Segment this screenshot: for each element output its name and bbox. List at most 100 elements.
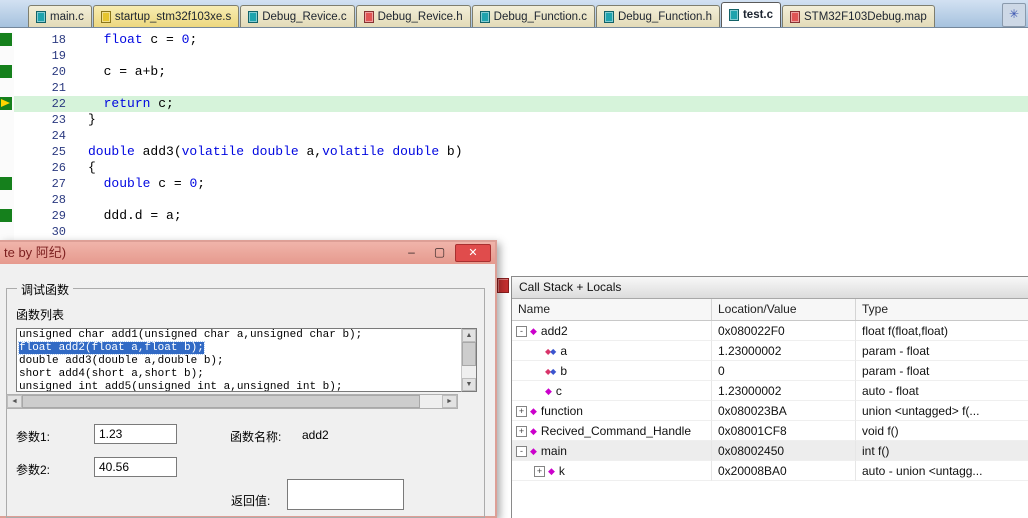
function-list-label: 函数列表 [16, 306, 64, 323]
coverage-marker [0, 208, 14, 224]
tab-test.c[interactable]: test.c [721, 2, 781, 27]
code-line-23: 23} [0, 112, 1028, 128]
function-name-value: add2 [302, 428, 329, 442]
location-value-cell: 0x080023BA [712, 401, 856, 421]
file-icon [101, 11, 111, 23]
function-listbox[interactable]: unsigned char add1(unsigned char a,unsig… [16, 328, 477, 392]
line-number: 30 [14, 224, 74, 240]
return-value-input[interactable] [287, 479, 404, 510]
file-icon [364, 11, 374, 23]
table-row-Recived_Command_Handle[interactable]: +◆Recived_Command_Handle0x08001CF8void f… [512, 421, 1028, 441]
collapse-icon[interactable]: - [516, 326, 527, 337]
listbox-vertical-scrollbar[interactable]: ▲ ▼ [461, 328, 477, 392]
table-row-b[interactable]: ◆◆b0param - float [512, 361, 1028, 381]
code-text: double add3(volatile double a,volatile d… [74, 144, 463, 160]
close-button[interactable]: ✕ [455, 244, 491, 262]
coverage-block-icon [0, 65, 12, 78]
file-icon [790, 11, 800, 23]
tab-Debug_Function.c[interactable]: Debug_Function.c [472, 5, 595, 27]
name-cell: -◆add2 [512, 321, 712, 341]
param-icon: ◆◆ [545, 347, 555, 356]
code-text: double c = 0; [74, 176, 205, 192]
expand-icon[interactable]: + [516, 426, 527, 437]
param1-input[interactable] [94, 424, 177, 444]
coverage-gutter [0, 48, 14, 64]
tabs-container: main.cstartup_stm32f103xe.s Debug_Revice.… [28, 2, 936, 27]
docked-panel-red-icon[interactable] [497, 278, 509, 293]
param2-input[interactable] [94, 457, 177, 477]
tab-label: Debug_Revice.h [378, 11, 463, 23]
table-row-c[interactable]: ◆c1.23000002auto - float [512, 381, 1028, 401]
code-line-19: 19 [0, 48, 1028, 64]
table-row-k[interactable]: +◆k0x20008BA0auto - union <untagg... [512, 461, 1028, 481]
type-cell: void f() [856, 421, 1028, 441]
tab-Debug_Revice.c[interactable]: Debug_Revice.c [240, 5, 354, 27]
location-value-cell: 1.23000002 [712, 381, 856, 401]
line-number: 29 [14, 208, 74, 224]
scroll-right-icon[interactable]: ► [442, 395, 457, 408]
table-row-add2[interactable]: -◆add20x080022F0float f(float,float) [512, 321, 1028, 341]
scroll-down-icon[interactable]: ▼ [462, 378, 476, 391]
coverage-gutter [0, 160, 14, 176]
type-cell: auto - union <untagg... [856, 461, 1028, 481]
code-text [74, 128, 88, 144]
table-row-a[interactable]: ◆◆a1.23000002param - float [512, 341, 1028, 361]
callstack-panel-title[interactable]: Call Stack + Locals [512, 277, 1028, 299]
function-list-item[interactable]: float add2(float a,float b); [17, 342, 476, 355]
name-cell: ◆◆a [512, 341, 712, 361]
table-row-main[interactable]: -◆main0x08002450int f() [512, 441, 1028, 461]
scroll-left-icon[interactable]: ◄ [7, 395, 22, 408]
expand-icon[interactable]: + [516, 406, 527, 417]
callstack-column-headers: NameLocation/ValueType [512, 299, 1028, 321]
code-text: ddd.d = a; [74, 208, 182, 224]
table-row-function[interactable]: +◆function0x080023BAunion <untagged> f(.… [512, 401, 1028, 421]
code-text [74, 192, 88, 208]
dialog-titlebar[interactable]: te by 阿纪) – ▢ ✕ [0, 242, 495, 264]
tab-startup_stm32f103xe.s[interactable]: startup_stm32f103xe.s [93, 5, 239, 27]
coverage-block-icon [0, 177, 12, 190]
coverage-block-icon [0, 209, 12, 222]
tab-Debug_Revice.h[interactable]: Debug_Revice.h [356, 5, 471, 27]
coverage-marker [0, 32, 14, 48]
code-line-18: 18 float c = 0; [0, 32, 1028, 48]
maximize-button[interactable]: ▢ [427, 244, 452, 262]
file-icon [729, 9, 739, 21]
tab-STM32F103Debug.map[interactable]: STM32F103Debug.map [782, 5, 935, 27]
type-cell: auto - float [856, 381, 1028, 401]
column-header-name[interactable]: Name [512, 299, 712, 320]
function-list-item[interactable]: short add4(short a,short b); [17, 368, 476, 381]
function-list-item[interactable]: unsigned int add5(unsigned int a,unsigne… [17, 381, 476, 392]
file-icon [480, 11, 490, 23]
symbol-diamond-icon: ◆ [545, 386, 552, 396]
tab-overflow-button[interactable]: ✳ [1002, 3, 1026, 27]
vertical-scroll-thumb[interactable] [462, 342, 476, 366]
minimize-button[interactable]: – [399, 244, 424, 262]
code-line-24: 24 [0, 128, 1028, 144]
function-list-item[interactable]: double add3(double a,double b); [17, 355, 476, 368]
line-number: 27 [14, 176, 74, 192]
line-number: 18 [14, 32, 74, 48]
expand-icon[interactable]: + [534, 466, 545, 477]
tab-main.c[interactable]: main.c [28, 5, 92, 27]
function-list-item[interactable]: unsigned char add1(unsigned char a,unsig… [17, 329, 476, 342]
tab-bar: main.cstartup_stm32f103xe.s Debug_Revice.… [0, 0, 1028, 28]
listbox-horizontal-scrollbar[interactable]: ◄ ► [6, 394, 458, 409]
line-number: 28 [14, 192, 74, 208]
coverage-marker [0, 64, 14, 80]
column-header-type[interactable]: Type [856, 299, 1028, 320]
coverage-gutter [0, 192, 14, 208]
tab-Debug_Function.h[interactable]: Debug_Function.h [596, 5, 720, 27]
column-header-location-value[interactable]: Location/Value [712, 299, 856, 320]
symbol-diamond-icon: ◆ [530, 326, 537, 336]
function-name-label: 函数名称: [230, 428, 281, 445]
tab-label: Debug_Revice.c [262, 11, 346, 23]
horizontal-scroll-thumb[interactable] [22, 395, 420, 408]
code-text: float c = 0; [74, 32, 197, 48]
location-value-cell: 1.23000002 [712, 341, 856, 361]
code-line-26: 26{ [0, 160, 1028, 176]
tab-label: STM32F103Debug.map [804, 11, 927, 23]
file-icon [248, 11, 258, 23]
collapse-icon[interactable]: - [516, 446, 527, 457]
scroll-up-icon[interactable]: ▲ [462, 329, 476, 342]
code-line-22: 22 return c; [0, 96, 1028, 112]
